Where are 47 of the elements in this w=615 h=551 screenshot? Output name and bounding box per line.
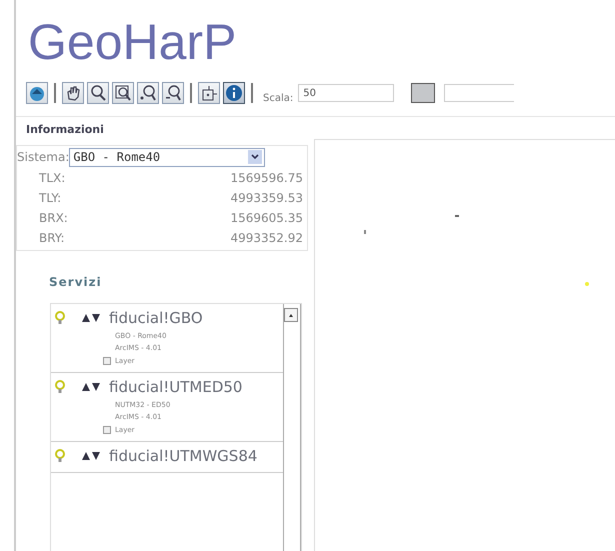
lightbulb-icon: [55, 311, 65, 325]
coordinate-value: 4993352.92: [230, 231, 303, 245]
zoom-box-tool-button[interactable]: [112, 82, 134, 104]
magnifier-icon: [89, 84, 107, 102]
app-title: GeoHarP: [28, 14, 238, 72]
zoom-in-icon: [139, 84, 157, 102]
coordinate-value: 1569605.35: [230, 211, 303, 225]
zoom-out-tool-button[interactable]: [162, 82, 184, 104]
coordinate-label: TLY:: [39, 191, 62, 205]
info-icon: [225, 84, 243, 102]
scale-field[interactable]: 50: [298, 84, 394, 102]
home-icon: [28, 84, 46, 102]
extent-icon: [200, 84, 218, 102]
magnifier-tool-button[interactable]: [87, 82, 109, 104]
home-tool-button[interactable]: [26, 82, 48, 104]
up-down-arrows-icon: [81, 382, 101, 392]
coordinate-value: 4993359.53: [230, 191, 303, 205]
apply-button[interactable]: [411, 83, 436, 103]
hand-tool-button[interactable]: [62, 82, 84, 104]
coordinate-value: 1569596.75: [230, 171, 303, 185]
zoom-out-icon: [164, 84, 182, 102]
input-field[interactable]: [444, 84, 514, 102]
coordinate-label: TLX:: [39, 171, 66, 185]
service-name[interactable]: fiducial!UTMWGS84: [109, 447, 258, 465]
map-point: [585, 282, 589, 286]
system-dropdown[interactable]: GBO - Rome40: [69, 148, 266, 166]
zoom-in-tool-button[interactable]: [137, 82, 159, 104]
coordinate-label: BRX:: [39, 211, 68, 225]
dropdown-caret-icon: [248, 150, 262, 164]
service-name[interactable]: fiducial!GBO: [109, 309, 203, 327]
extent-tool-button[interactable]: [198, 82, 220, 104]
expand-toggle[interactable]: [103, 357, 111, 365]
system-label: Sistema:: [17, 150, 70, 164]
scroll-up-button[interactable]: [284, 308, 298, 322]
up-down-arrows-icon: [81, 313, 101, 323]
service-name[interactable]: fiducial!UTMED50: [109, 378, 242, 396]
zoom-box-icon: [114, 84, 132, 102]
up-down-arrows-icon: [81, 451, 101, 461]
lightbulb-icon: [55, 449, 65, 463]
scale-label: Scala:: [263, 93, 294, 104]
expand-toggle[interactable]: [103, 426, 111, 434]
lightbulb-icon: [55, 380, 65, 394]
scrollbar[interactable]: [283, 304, 301, 551]
section-heading: Informazioni: [26, 123, 105, 138]
coordinate-label: BRY:: [39, 231, 65, 245]
info-tool-button[interactable]: [223, 82, 245, 104]
section-heading: Servizi: [49, 275, 103, 291]
